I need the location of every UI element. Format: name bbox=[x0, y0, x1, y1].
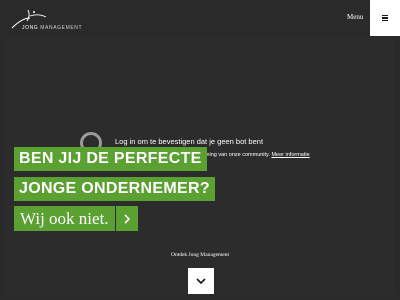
captcha-more-info-link[interactable]: Meer informatie bbox=[271, 152, 309, 158]
chevron-down-icon bbox=[196, 278, 206, 285]
logo-text-secondary: MANAGEMENT bbox=[40, 25, 83, 31]
logo[interactable]: JONG MANAGEMENT bbox=[10, 6, 90, 34]
hero-headline-line1: BEN JIJ DE PERFECTE bbox=[14, 147, 207, 171]
chevron-right-icon bbox=[124, 213, 131, 224]
logo-text-primary: JONG bbox=[22, 25, 39, 31]
captcha-title: Log in om te bevestigen dat je geen bot … bbox=[115, 137, 264, 146]
hero-arrow-button[interactable] bbox=[116, 206, 138, 231]
scroll-down-button[interactable] bbox=[188, 268, 214, 294]
hero-headline-line2: JONGE ONDERNEMER? bbox=[14, 177, 215, 201]
hero-tagline: Wij ook niet. bbox=[14, 206, 115, 231]
site-header: JONG MANAGEMENT Menu bbox=[0, 0, 400, 36]
hamburger-icon bbox=[382, 15, 388, 21]
page: JONG MANAGEMENT Menu Log in om te bevest… bbox=[0, 0, 400, 300]
discover-label[interactable]: Ontdek Jong Management bbox=[0, 252, 400, 258]
menu-button[interactable] bbox=[370, 0, 400, 36]
menu-label[interactable]: Menu bbox=[347, 13, 363, 21]
logo-wordmark: JONG MANAGEMENT bbox=[22, 25, 82, 31]
